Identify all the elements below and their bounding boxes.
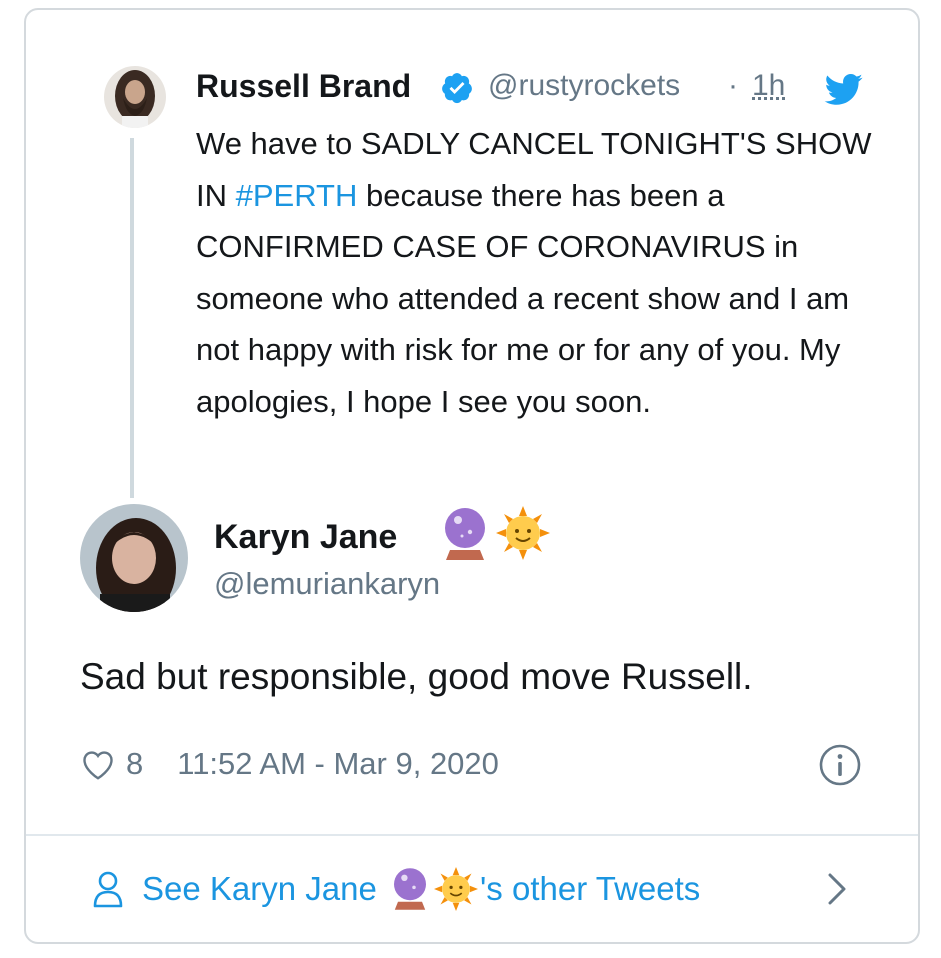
quoted-author-name[interactable]: Russell Brand [196,68,411,105]
heart-icon[interactable] [80,747,116,781]
see-other-tweets-link[interactable]: See Karyn Jane 's other Tweets [92,864,700,914]
handle-time-separator: · [728,69,738,102]
like-count[interactable]: 8 [126,746,143,782]
sun-face-emoji-icon [434,867,478,911]
karyn-jane-avatar[interactable] [80,504,188,612]
verified-badge-icon [442,73,472,104]
info-icon[interactable] [818,743,862,787]
russell-brand-avatar[interactable] [104,66,166,128]
person-icon [93,871,123,908]
footer-suffix: 's other Tweets [480,870,701,907]
footer-prefix: See Karyn Jane [142,870,386,907]
quoted-tweet-time[interactable]: 1h [752,69,785,103]
hashtag-perth-link[interactable]: #PERTH [236,178,358,213]
crystal-ball-emoji-icon [394,868,426,910]
thread-connector-line [130,138,134,498]
reply-author-handle[interactable]: @lemuriankaryn [214,566,440,602]
quoted-tweet-text: We have to SADLY CANCEL TONIGHT'S SHOW I… [196,118,876,427]
quoted-author-handle[interactable]: @rustyrockets [488,69,680,103]
reply-author-name[interactable]: Karyn Jane [214,518,397,557]
tweet-timestamp[interactable]: 11:52 AM - Mar 9, 2020 [177,746,499,782]
sun-face-emoji-icon [496,506,550,560]
reply-tweet-text: Sad but responsible, good move Russell. [80,656,753,697]
quoted-text-after: because there has been a CONFIRMED CASE … [196,177,850,419]
twitter-bird-icon[interactable] [824,74,864,106]
tweet-meta-row: 8 11:52 AM - Mar 9, 2020 [80,742,499,786]
crystal-ball-emoji-icon [445,508,485,560]
chevron-right-icon[interactable] [826,872,848,906]
footer-divider [26,834,918,836]
